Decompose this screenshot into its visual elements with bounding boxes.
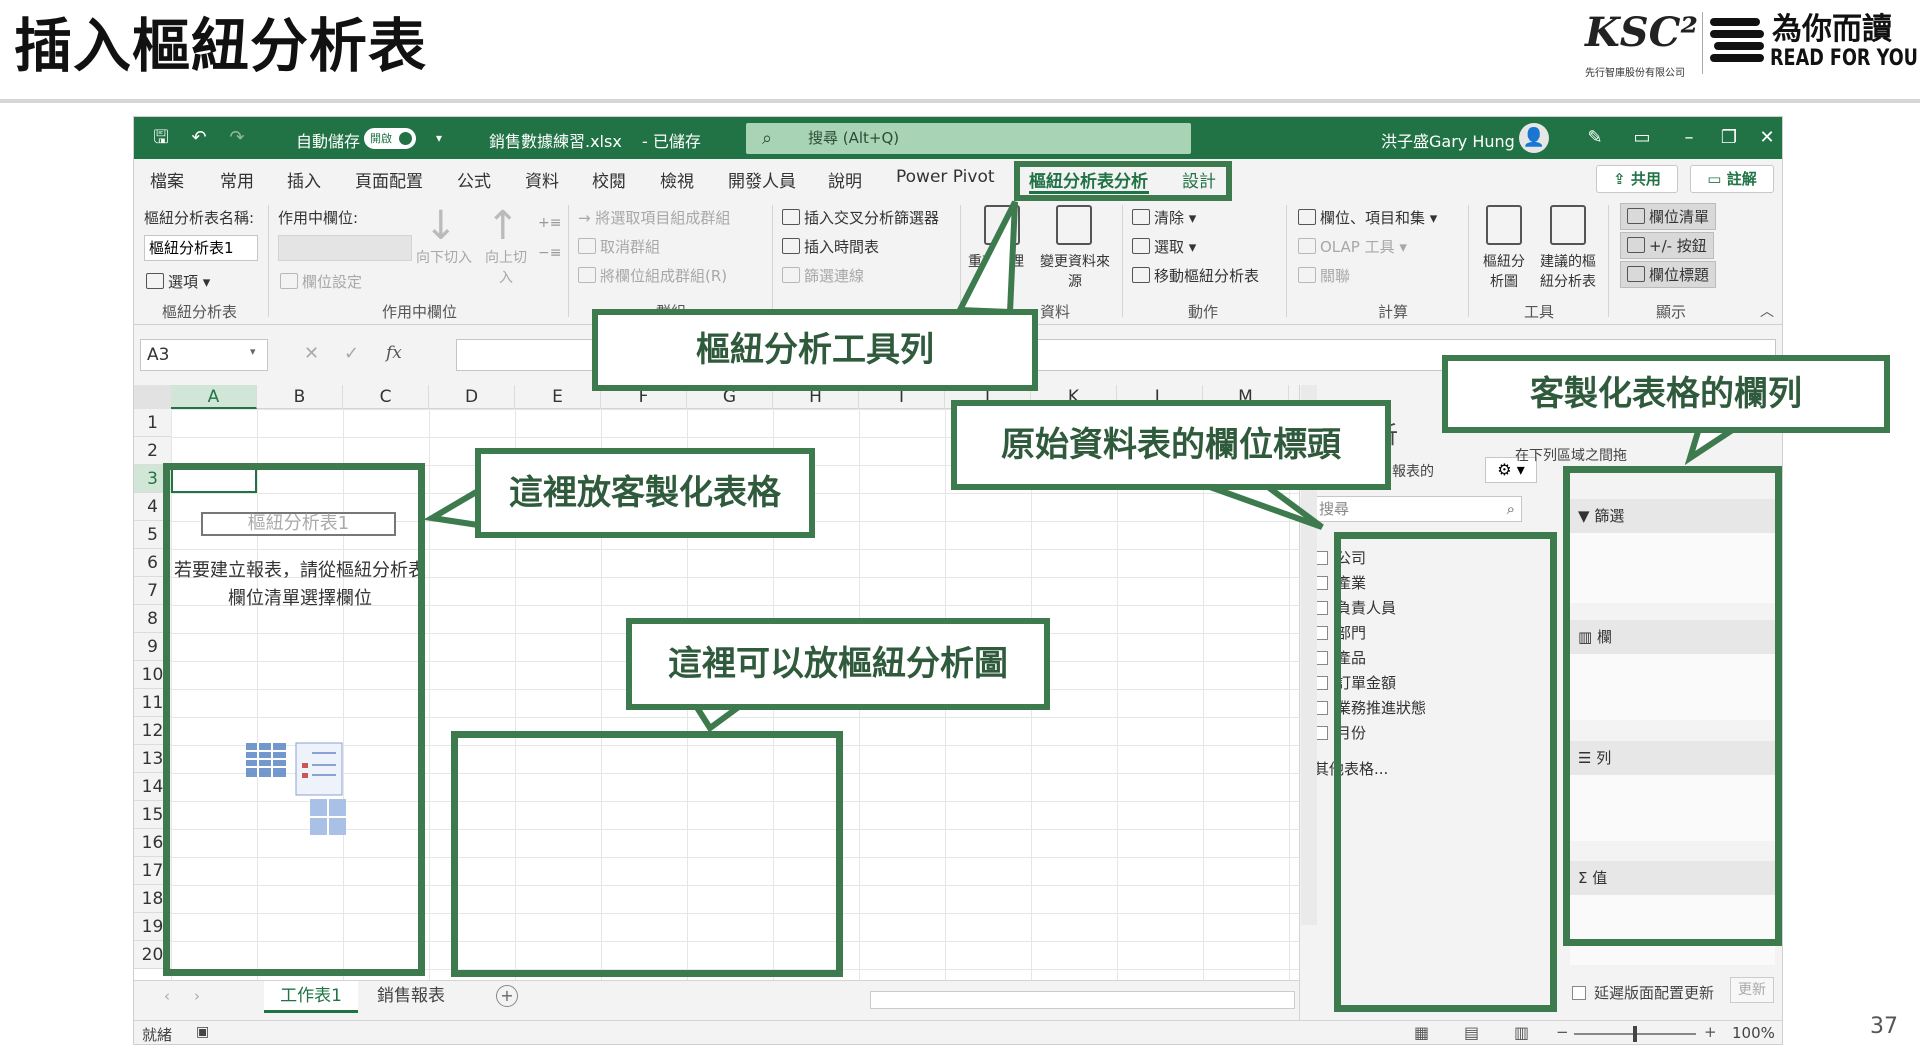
callout-table-columns: 客製化表格的欄列 <box>1442 355 1890 433</box>
callout-source-headers: 原始資料表的欄位標頭 <box>951 400 1391 490</box>
callout-pointers <box>423 200 1750 733</box>
callout-pivot-chart: 這裡可以放樞紐分析圖 <box>626 618 1050 710</box>
callout-toolbar: 樞紐分析工具列 <box>592 309 1038 391</box>
callout-custom-table: 這裡放客製化表格 <box>475 448 815 538</box>
